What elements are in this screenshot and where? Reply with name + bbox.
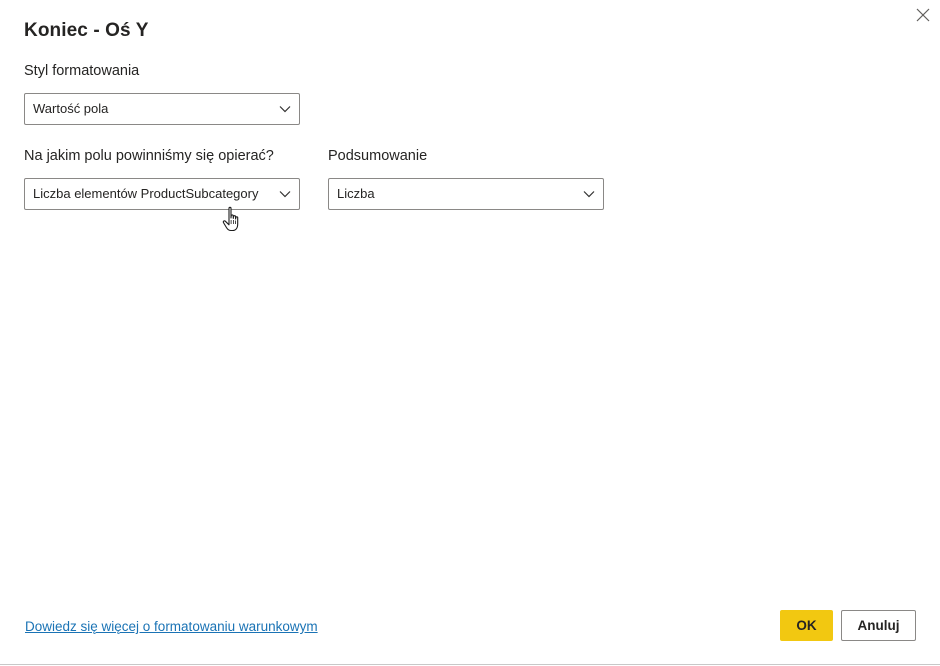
- format-style-label: Styl formatowania: [24, 63, 140, 79]
- close-button[interactable]: [912, 4, 934, 26]
- chevron-down-icon: [279, 106, 291, 113]
- based-on-field-dropdown[interactable]: Liczba elementów ProductSubcategory: [24, 178, 300, 210]
- summarization-label: Podsumowanie: [328, 148, 428, 164]
- cancel-button[interactable]: Anuluj: [841, 610, 916, 641]
- summarization-dropdown[interactable]: Liczba: [328, 178, 604, 210]
- dialog-title: Koniec - Oś Y: [24, 20, 149, 41]
- ok-button[interactable]: OK: [780, 610, 833, 641]
- format-style-value: Wartość pola: [33, 101, 109, 116]
- hand-pointer-icon: [222, 206, 239, 232]
- based-on-field-value: Liczba elementów ProductSubcategory: [33, 186, 259, 201]
- chevron-down-icon: [583, 191, 595, 198]
- format-style-dropdown[interactable]: Wartość pola: [24, 93, 300, 125]
- summarization-value: Liczba: [337, 186, 375, 201]
- chevron-down-icon: [279, 191, 291, 198]
- close-icon: [916, 8, 930, 22]
- learn-more-link[interactable]: Dowiedz się więcej o formatowaniu warunk…: [25, 619, 318, 634]
- conditional-formatting-dialog: Koniec - Oś Y Styl formatowania Wartość …: [0, 0, 940, 665]
- based-on-field-label: Na jakim polu powinniśmy się opierać?: [24, 148, 274, 164]
